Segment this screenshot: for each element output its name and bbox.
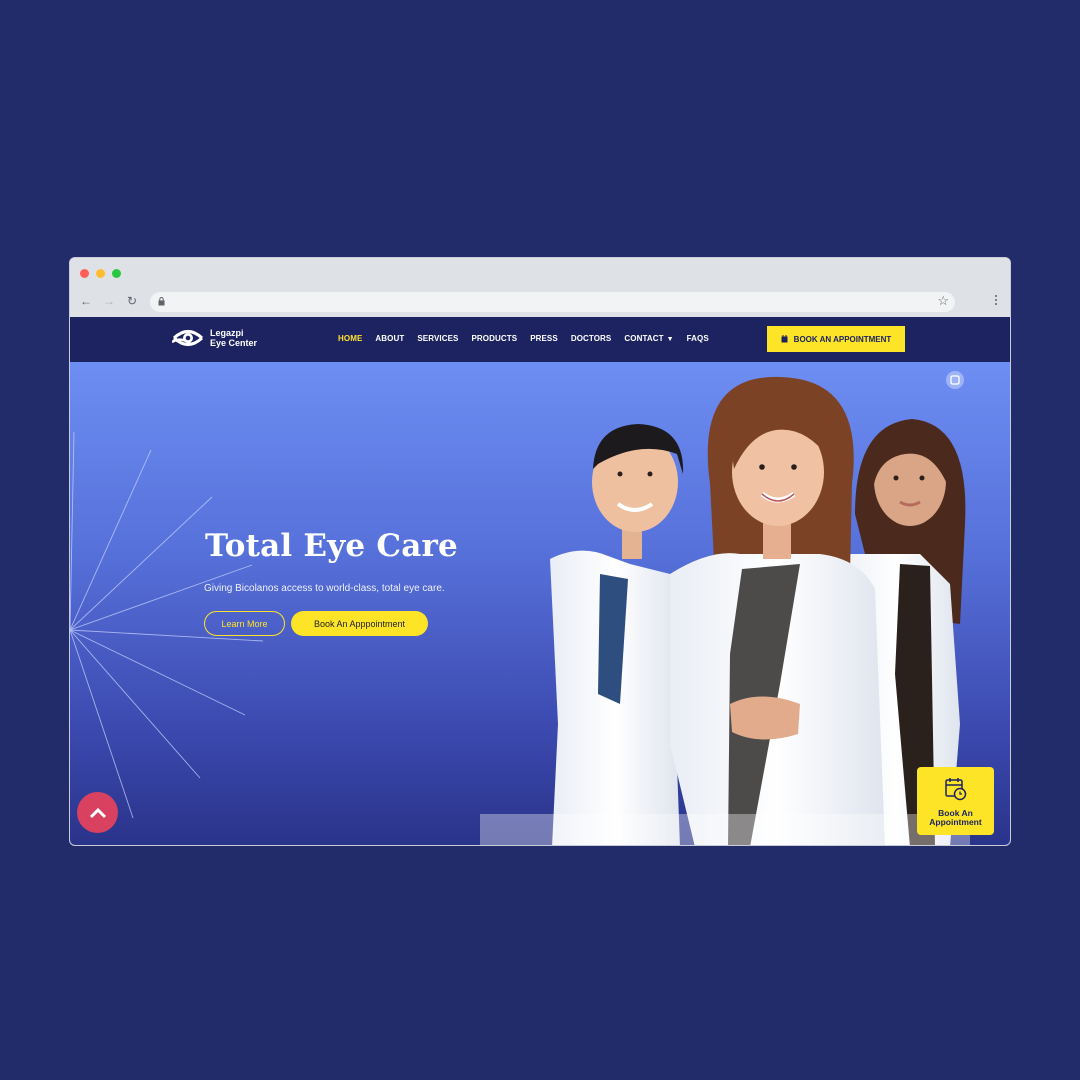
floating-book-label: Book An Appointment (929, 808, 982, 827)
nav-faqs[interactable]: FAQS (687, 334, 709, 343)
nav-doctors[interactable]: DOCTORS (571, 334, 612, 343)
browser-window: ← → ↻ ☆ Legazpi Eye Center HOME ABOUT SE… (69, 257, 1011, 846)
browser-menu-icon[interactable] (995, 295, 998, 307)
hero-section: Total Eye Care Giving Bicolanos access t… (70, 362, 1010, 845)
ray-decoration (70, 431, 264, 819)
browser-chrome: ← → ↻ ☆ (70, 258, 1010, 317)
hero-book-appointment-button[interactable]: Book An Apppointment (291, 611, 428, 636)
window-controls (80, 269, 121, 278)
learn-more-button[interactable]: Learn More (204, 611, 285, 636)
address-bar[interactable]: ☆ (150, 292, 955, 312)
floating-book-appointment-button[interactable]: Book An Appointment (917, 767, 994, 835)
nav-home[interactable]: HOME (338, 334, 362, 343)
nav-services[interactable]: SERVICES (417, 334, 458, 343)
maximize-dot[interactable] (112, 269, 121, 278)
scroll-to-top-button[interactable] (77, 792, 118, 833)
chevron-up-icon (89, 807, 106, 818)
hero-subtitle: Giving Bicolanos access to world-class, … (204, 583, 445, 594)
forward-arrow-icon[interactable]: → (103, 294, 115, 308)
fullscreen-icon[interactable] (946, 371, 964, 389)
main-menu: HOME ABOUT SERVICES PRODUCTS PRESS DOCTO… (338, 334, 709, 343)
nav-contact-label: CONTACT (624, 334, 664, 343)
minimize-dot[interactable] (96, 269, 105, 278)
reload-icon[interactable]: ↻ (127, 294, 137, 308)
logo-line-1: Legazpi (210, 328, 244, 338)
book-appointment-button[interactable]: BOOK AN APPOINTMENT (767, 326, 905, 352)
lock-icon (158, 297, 165, 306)
chevron-down-icon: ▼ (666, 336, 674, 343)
hero-title: Total Eye Care (205, 528, 458, 564)
nav-press[interactable]: PRESS (530, 334, 558, 343)
doctors-photo (480, 376, 970, 845)
book-appointment-label: BOOK AN APPOINTMENT (793, 334, 892, 344)
site-navbar: Legazpi Eye Center HOME ABOUT SERVICES P… (70, 317, 1010, 362)
eye-logo-icon (172, 330, 204, 346)
logo-line-2: Eye Center (210, 338, 258, 348)
site-logo[interactable]: Legazpi Eye Center (172, 327, 257, 349)
nav-contact[interactable]: CONTACT ▼ (624, 334, 673, 343)
close-dot[interactable] (80, 269, 89, 278)
back-arrow-icon[interactable]: ← (80, 294, 92, 308)
bookmark-star-icon[interactable]: ☆ (937, 293, 949, 309)
nav-about[interactable]: ABOUT (375, 334, 404, 343)
nav-products[interactable]: PRODUCTS (471, 334, 517, 343)
calendar-clock-icon (944, 778, 966, 801)
calendar-icon (781, 335, 788, 343)
